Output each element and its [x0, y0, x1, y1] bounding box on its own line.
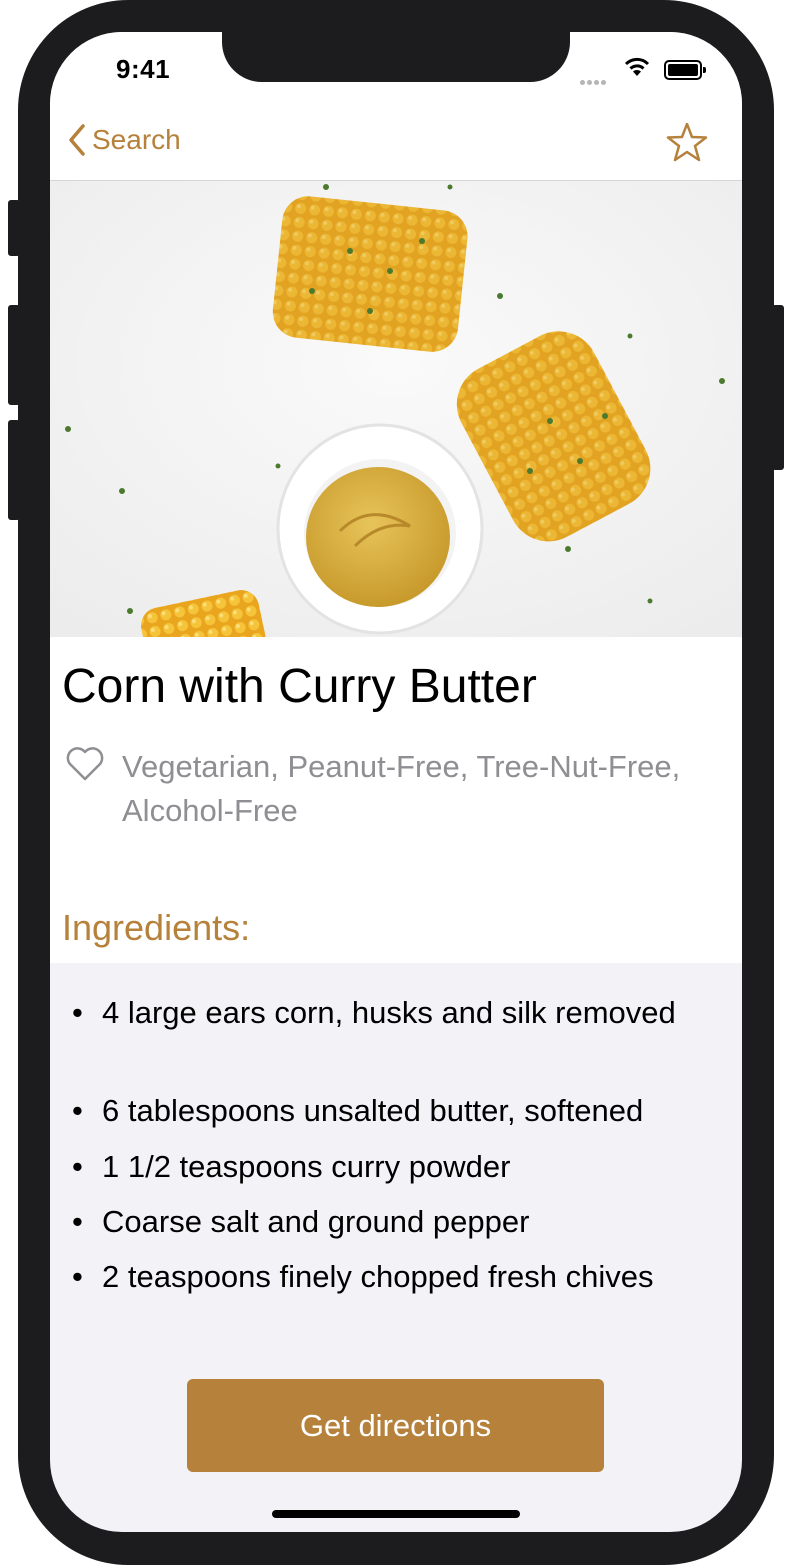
back-button-label: Search — [92, 124, 181, 155]
ingredient-text: 2 teaspoons finely chopped fresh chives — [102, 1259, 654, 1294]
diet-tags-text: Vegetarian, Peanut-Free, Tree-Nut-Free, … — [122, 749, 681, 828]
ingredients-heading: Ingredients: — [62, 907, 251, 948]
ingredient-item: • 4 large ears corn, husks and silk remov… — [72, 991, 702, 1035]
ingredient-text: 4 large ears corn, husks and silk remove… — [102, 995, 676, 1030]
ingredient-item: • Coarse salt and ground pepper — [72, 1200, 702, 1244]
navigation-bar: Search — [50, 102, 742, 181]
star-icon — [666, 122, 708, 162]
ingredient-text: 6 tablespoons unsalted butter, softened — [102, 1093, 644, 1128]
device-volume-up — [8, 305, 20, 405]
app-screen: 9:41 Search Corn with Curry Butter Veget… — [50, 32, 742, 1532]
back-button[interactable]: Search — [68, 124, 181, 156]
cellular-signal-icon — [580, 72, 608, 90]
heart-icon[interactable] — [66, 747, 104, 833]
ingredient-item: • 1 1/2 teaspoons curry powder — [72, 1145, 702, 1189]
diet-tags: Vegetarian, Peanut-Free, Tree-Nut-Free, … — [66, 745, 682, 833]
device-notch — [222, 32, 570, 82]
battery-icon — [664, 60, 706, 80]
ingredient-item: • 2 teaspoons finely chopped fresh chives — [72, 1255, 702, 1299]
device-power-button — [772, 305, 784, 470]
wifi-icon — [622, 56, 652, 83]
recipe-title: Corn with Curry Butter — [62, 660, 537, 713]
ingredient-text: Coarse salt and ground pepper — [102, 1204, 530, 1239]
recipe-photo — [50, 181, 742, 637]
status-time: 9:41 — [116, 54, 171, 84]
ingredient-item: • 6 tablespoons unsalted butter, softened — [72, 1089, 702, 1133]
home-indicator[interactable] — [272, 1510, 520, 1518]
device-mute-switch — [8, 200, 20, 256]
recipe-details: Corn with Curry Butter Vegetarian, Peanu… — [50, 637, 742, 963]
favorite-star-button[interactable] — [666, 122, 708, 167]
device-volume-down — [8, 420, 20, 520]
ingredient-text: 1 1/2 teaspoons curry powder — [102, 1149, 511, 1184]
chevron-left-icon — [69, 124, 85, 156]
get-directions-button[interactable]: Get directions — [187, 1379, 604, 1472]
status-bar: 9:41 — [50, 32, 742, 102]
